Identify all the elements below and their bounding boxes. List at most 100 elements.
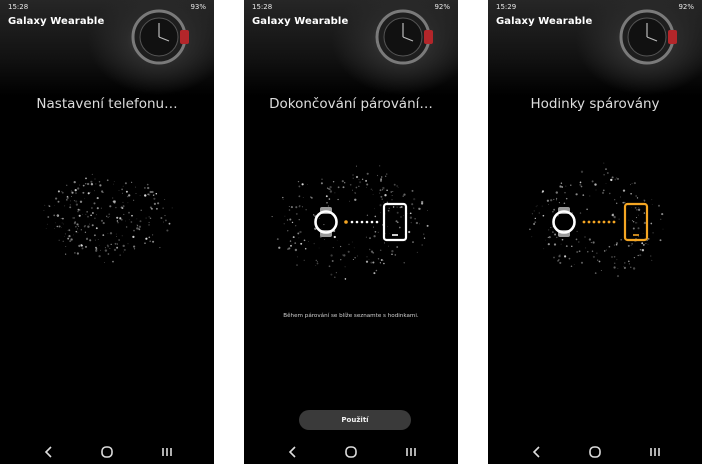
home-button[interactable] [92,440,122,464]
particle [136,218,138,220]
particle [145,217,147,219]
particle [139,195,141,196]
particle [152,194,155,196]
particle [157,202,160,205]
particle [144,242,146,245]
particle [148,216,150,218]
particle [155,207,158,210]
particle [86,237,88,239]
particle [74,252,76,254]
particle [123,248,126,251]
particle [127,202,129,204]
particle [75,226,77,228]
particle [124,182,127,185]
particle [67,237,70,240]
particle [160,217,163,219]
recent-apps-button[interactable] [396,440,426,464]
recent-apps-icon [406,448,416,456]
recent-apps-button[interactable] [640,440,670,464]
particle [163,221,165,223]
particle [164,215,166,217]
particle [98,181,101,183]
particle [54,222,57,224]
usage-button[interactable]: Použití [299,410,411,430]
particle [135,186,137,188]
particle [83,225,86,228]
particle [153,197,156,200]
particle [109,248,111,250]
chevron-left-icon [288,446,296,458]
particle [113,248,117,252]
particle [116,246,119,249]
particle [132,235,135,239]
particle [94,190,95,192]
particle [128,211,130,214]
particle [46,223,48,225]
particle [79,200,83,203]
particle [57,200,60,203]
particle [128,219,130,221]
particle [99,184,102,187]
particle [136,225,139,227]
particle [77,225,80,227]
particle [107,253,110,255]
back-button[interactable] [278,440,308,464]
particle [144,194,147,197]
particle [64,233,66,235]
particle [76,223,79,226]
particle [115,206,117,209]
particle [73,180,76,184]
particle [89,239,92,242]
particle [54,228,55,229]
particle [100,207,102,209]
particle [125,220,127,222]
particle [55,197,58,200]
particle [97,238,99,241]
particle [75,230,78,233]
particle [70,238,73,241]
particle [84,198,86,200]
home-button[interactable] [580,440,610,464]
particle [87,215,89,218]
home-button[interactable] [336,440,366,464]
particle [116,236,117,237]
particle [140,209,142,211]
particle [113,181,115,182]
particle [44,204,46,206]
particle [114,242,117,245]
particle [116,216,119,219]
recent-apps-icon [650,448,660,456]
back-button[interactable] [34,440,64,464]
screen-watch-paired: 15:29 92% Galaxy Wearable Hodinky spárov… [488,0,702,464]
recent-apps-button[interactable] [152,440,182,464]
particle [125,190,128,193]
particle [107,233,109,235]
particle [145,237,148,240]
particle [91,212,94,214]
particle [126,195,129,198]
particle [43,210,45,211]
particle [58,239,60,241]
recent-apps-icon [162,448,172,456]
particle [135,193,137,195]
particle [85,237,89,240]
pairing-diagram [314,202,408,242]
particle [122,201,124,203]
particle [109,205,112,208]
particle [74,188,77,192]
particle [57,190,60,193]
back-button[interactable] [522,440,552,464]
particle [96,207,99,210]
particle [81,247,84,250]
particle [65,253,67,255]
particle [106,179,109,182]
watch-icon [552,207,576,237]
particle [75,192,77,194]
particle [112,197,114,199]
particle [95,183,97,185]
particle [104,249,108,252]
particle [54,205,55,207]
particle [168,222,171,225]
particle [60,217,62,219]
particle [118,190,120,191]
